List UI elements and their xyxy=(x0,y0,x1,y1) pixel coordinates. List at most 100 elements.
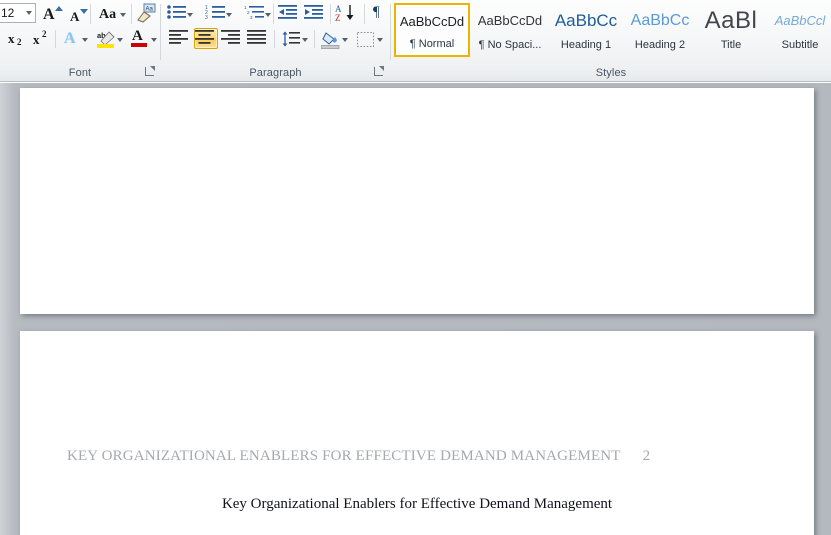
align-left-icon xyxy=(169,30,188,44)
style-item-heading-2[interactable]: AaBbCc Heading 2 xyxy=(624,3,696,57)
change-case-icon: Aa xyxy=(99,7,117,22)
running-head-text: KEY ORGANIZATIONAL ENABLERS FOR EFFECTIV… xyxy=(67,448,621,464)
style-preview-subtitle: AaBbCcl xyxy=(774,13,826,28)
running-head-page-number: 2 xyxy=(642,448,651,464)
divider xyxy=(314,30,315,48)
document-page-2[interactable]: KEY ORGANIZATIONAL ENABLERS FOR EFFECTIV… xyxy=(20,331,814,535)
clear-formatting-icon: Aa xyxy=(137,3,156,23)
document-running-head: KEY ORGANIZATIONAL ENABLERS FOR EFFECTIV… xyxy=(67,448,767,465)
superscript-sup: 2 xyxy=(42,29,47,39)
font-color-arrow[interactable] xyxy=(151,38,157,42)
change-case-arrow[interactable] xyxy=(120,13,126,17)
show-formatting-marks-button[interactable]: ¶ xyxy=(367,3,389,24)
style-preview-heading-1: AaBbCc xyxy=(554,11,618,30)
line-spacing-button[interactable] xyxy=(278,28,310,49)
align-right-button[interactable] xyxy=(220,28,244,49)
clear-formatting-button[interactable]: Aa xyxy=(134,2,158,24)
divider xyxy=(90,4,91,24)
style-preview-normal: AaBbCcDd xyxy=(399,14,465,29)
style-item-subtitle[interactable]: AaBbCcl Subtitle xyxy=(766,3,831,57)
style-name-heading-2: Heading 2 xyxy=(634,39,686,51)
paint-bucket-icon xyxy=(321,32,340,49)
document-title: Key Organizational Enablers for Effectiv… xyxy=(221,496,613,512)
down-arrow-icon xyxy=(80,9,88,14)
svg-text:Aa: Aa xyxy=(146,7,154,13)
subscript-sub: 2 xyxy=(17,37,22,47)
grow-font-icon: A xyxy=(43,6,55,23)
increase-indent-button[interactable] xyxy=(303,3,327,24)
style-name-no-spacing: ¶ No Spaci... xyxy=(478,39,542,51)
style-item-normal[interactable]: AaBbCcDd ¶ Normal xyxy=(394,3,470,57)
document-page-1[interactable] xyxy=(20,88,814,314)
svg-text:3: 3 xyxy=(250,15,253,20)
divider xyxy=(330,4,331,24)
ribbon-group-paragraph: 1 2 3 1 2 3 A Z ¶ Paragraph xyxy=(161,0,390,81)
borders-arrow[interactable] xyxy=(377,38,383,42)
font-color-swatch xyxy=(131,43,147,47)
line-spacing-icon xyxy=(282,31,300,47)
divider xyxy=(131,4,132,24)
font-color-button[interactable]: A xyxy=(127,28,159,49)
borders-icon xyxy=(357,32,374,47)
style-preview-no-spacing: AaBbCcDd xyxy=(477,13,543,28)
sort-button[interactable]: A Z xyxy=(334,3,360,24)
numbering-arrow[interactable] xyxy=(226,13,232,17)
borders-button[interactable] xyxy=(353,28,385,49)
numbering-button[interactable]: 1 2 3 xyxy=(204,3,232,24)
align-center-button[interactable] xyxy=(194,28,218,49)
decrease-indent-icon xyxy=(278,5,297,19)
shrink-font-icon: A xyxy=(70,9,80,24)
bullets-button[interactable] xyxy=(165,3,193,24)
bullets-icon xyxy=(167,5,186,19)
subscript-icon: x xyxy=(8,31,15,46)
style-name-title: Title xyxy=(720,39,742,51)
text-highlight-color-button[interactable]: ab xyxy=(93,28,125,49)
line-spacing-arrow[interactable] xyxy=(302,38,308,42)
align-center-icon xyxy=(195,30,214,44)
justify-icon xyxy=(247,30,266,44)
justify-button[interactable] xyxy=(246,28,270,49)
highlight-arrow[interactable] xyxy=(117,38,123,42)
style-name-normal: ¶ Normal xyxy=(409,38,455,50)
style-preview-title: AaBl xyxy=(704,8,758,34)
font-size-value: 12 xyxy=(1,6,15,20)
decrease-indent-button[interactable] xyxy=(277,3,301,24)
text-effects-icon: A xyxy=(64,30,76,47)
multilevel-list-button[interactable]: 1 2 3 xyxy=(243,3,271,24)
highlight-icon: ab xyxy=(97,31,115,48)
text-effects-button[interactable]: A xyxy=(59,28,91,49)
font-size-dropdown-arrow[interactable] xyxy=(26,11,32,15)
ribbon-group-font: 12 A A Aa Aa x 2 x 2 A ab A Font xyxy=(0,0,160,81)
paragraph-dialog-launcher[interactable] xyxy=(373,66,384,77)
shrink-font-button[interactable]: A xyxy=(64,3,88,24)
sort-icon: A Z xyxy=(335,4,354,23)
grow-font-button[interactable]: A xyxy=(38,3,63,24)
multilevel-arrow[interactable] xyxy=(265,13,271,17)
superscript-button[interactable]: x 2 xyxy=(27,28,51,49)
style-name-heading-1: Heading 1 xyxy=(560,39,612,51)
change-case-button[interactable]: Aa xyxy=(94,3,128,24)
shading-arrow[interactable] xyxy=(342,38,348,42)
numbering-icon: 1 2 3 xyxy=(205,5,225,21)
divider xyxy=(273,4,274,24)
font-dialog-launcher[interactable] xyxy=(144,66,155,77)
align-left-button[interactable] xyxy=(168,28,192,49)
group-label-paragraph: Paragraph xyxy=(249,67,302,79)
style-item-no-spacing[interactable]: AaBbCcDd ¶ No Spaci... xyxy=(472,3,548,57)
svg-text:3: 3 xyxy=(205,15,208,21)
style-item-heading-1[interactable]: AaBbCc Heading 1 xyxy=(550,3,622,57)
shading-button[interactable] xyxy=(318,28,350,49)
style-item-title[interactable]: AaBl Title xyxy=(698,3,764,57)
subscript-button[interactable]: x 2 xyxy=(2,28,26,49)
group-label-font: Font xyxy=(68,67,92,79)
superscript-icon: x xyxy=(33,32,40,47)
ribbon: 12 A A Aa Aa x 2 x 2 A ab A Font 1 2 3 1… xyxy=(0,0,831,82)
increase-indent-icon xyxy=(304,5,323,19)
style-name-subtitle: Subtitle xyxy=(781,39,819,51)
text-effects-arrow[interactable] xyxy=(82,38,88,42)
divider xyxy=(364,4,365,24)
align-right-icon xyxy=(221,30,240,44)
document-canvas[interactable]: KEY ORGANIZATIONAL ENABLERS FOR EFFECTIV… xyxy=(0,83,831,535)
bullets-arrow[interactable] xyxy=(187,13,193,17)
multilevel-list-icon: 1 2 3 xyxy=(244,5,264,20)
